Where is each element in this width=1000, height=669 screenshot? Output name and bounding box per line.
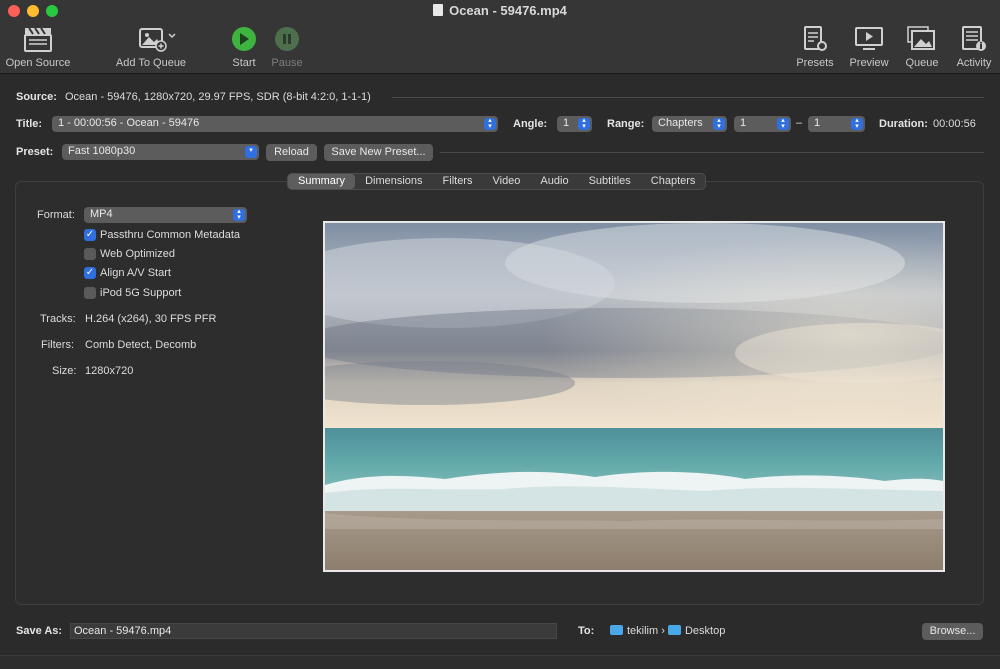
passthru-metadata-label: Passthru Common Metadata [100,229,241,241]
path-user: tekilim [627,625,659,637]
save-as-label: Save As: [16,625,63,637]
preset-divider [440,152,984,153]
range-type-value: Chapters [658,117,703,129]
add-to-queue-label: Add To Queue [115,57,187,69]
filters-label: Filters: [41,339,74,351]
queue-photos-icon [900,24,944,54]
filters-value: Comb Detect, Decomb [85,339,197,351]
save-filename-input[interactable]: Ocean - 59476.mp4 [70,623,557,639]
video-preview-image[interactable] [323,221,945,572]
settings-tabs: Summary Dimensions Filters Video Audio S… [287,173,707,190]
updown-chevron-icon: ▴ ▾ [851,117,863,130]
folder-icon [610,625,623,635]
passthru-metadata-checkbox[interactable]: ✓ [84,229,96,241]
pause-label: Pause [271,57,303,69]
tab-chapters[interactable]: Chapters [641,174,706,189]
updown-chevron-icon: ▴ ▾ [484,117,496,130]
updown-chevron-icon: ▴ ▾ [777,117,789,130]
path-separator: › [661,625,665,637]
ipod-5g-checkbox[interactable] [84,287,96,299]
source-divider [392,97,984,98]
queue-button[interactable]: Queue [900,24,944,69]
tab-video[interactable]: Video [482,174,530,189]
size-label: Size: [52,365,77,377]
angle-select[interactable]: 1 ▴ ▾ [557,116,592,132]
web-optimized-checkbox[interactable] [84,248,96,260]
duration-label: Duration: [879,118,928,130]
format-select[interactable]: MP4 ▴ ▾ [84,207,247,223]
title-label: Title: [16,118,43,130]
play-icon [232,27,256,51]
save-new-preset-button[interactable]: Save New Preset... [324,144,433,161]
updown-chevron-icon: ▴ ▾ [233,208,245,221]
handbrake-window: Ocean - 59476.mp4 Open Source Add To Que… [0,0,1000,669]
preset-select[interactable]: Fast 1080p30 ▾ [62,144,259,160]
duration-value: 00:00:56 [933,118,976,130]
start-button[interactable]: Start [226,24,262,69]
tab-subtitles[interactable]: Subtitles [579,174,641,189]
range-dash: – [796,117,803,129]
range-start-select[interactable]: 1 ▴ ▾ [734,116,791,132]
clapperboard-icon [4,24,72,54]
open-source-label: Open Source [5,57,71,69]
range-end-value: 1 [814,117,821,129]
start-label: Start [232,57,256,69]
preview-label: Preview [849,57,889,69]
window-title: Ocean - 59476.mp4 [0,3,1000,18]
ipod-5g-label: iPod 5G Support [100,287,182,299]
preview-button[interactable]: Preview [846,24,892,69]
format-select-value: MP4 [90,208,113,220]
align-av-start-label: Align A/V Start [100,267,171,279]
format-label: Format: [37,209,75,221]
presets-button[interactable]: Presets [792,24,838,69]
pause-button[interactable]: Pause [268,24,306,69]
source-info: Ocean - 59476, 1280x720, 29.97 FPS, SDR … [65,91,371,103]
updown-chevron-icon: ▴ ▾ [578,117,590,130]
presets-icon [792,24,838,54]
angle-label: Angle: [513,118,548,130]
tracks-value: H.264 (x264), 30 FPS PFR [85,313,217,325]
folder-icon [667,625,681,635]
preset-label: Preset: [16,146,54,158]
activity-label: Activity [956,57,992,69]
open-source-button[interactable]: Open Source [4,24,72,69]
tab-summary[interactable]: Summary [288,174,356,189]
status-bar [0,655,1000,669]
monitor-icon [846,24,892,54]
add-to-queue-button[interactable]: Add To Queue [112,24,190,69]
align-av-start-checkbox[interactable]: ✓ [84,267,96,279]
tab-audio[interactable]: Audio [530,174,578,189]
destination-path[interactable]: tekilim › Desktop [610,625,725,637]
source-label: Source: [16,91,57,103]
add-photo-queue-icon [112,24,190,54]
activity-log-icon [950,24,998,54]
tab-filters[interactable]: Filters [433,174,483,189]
destination-label: To: [578,625,595,637]
web-optimized-label: Web Optimized [100,248,175,260]
range-type-select[interactable]: Chapters ▴ ▾ [652,116,727,132]
title-select[interactable]: 1 - 00:00:56 - Ocean - 59476 ▴ ▾ [52,116,498,132]
size-value: 1280x720 [85,365,134,377]
toolbar: Ocean - 59476.mp4 Open Source Add To Que… [0,0,1000,74]
preset-select-value: Fast 1080p30 [68,145,136,157]
document-icon [433,4,444,16]
path-folder: Desktop [684,625,726,637]
tab-dimensions[interactable]: Dimensions [355,174,432,189]
chevron-down-icon: ▾ [245,146,257,158]
range-label: Range: [607,118,645,130]
reload-button[interactable]: Reload [266,144,317,161]
tracks-label: Tracks: [40,313,76,325]
presets-label: Presets [796,57,834,69]
updown-chevron-icon: ▴ ▾ [713,117,725,130]
pause-icon [275,27,299,51]
title-select-value: 1 - 00:00:56 - Ocean - 59476 [58,117,200,129]
browse-button[interactable]: Browse... [922,623,983,640]
range-end-select[interactable]: 1 ▴ ▾ [808,116,865,132]
angle-select-value: 1 [563,117,570,129]
range-start-value: 1 [740,117,747,129]
queue-label: Queue [905,57,939,69]
activity-button[interactable]: Activity [950,24,998,69]
